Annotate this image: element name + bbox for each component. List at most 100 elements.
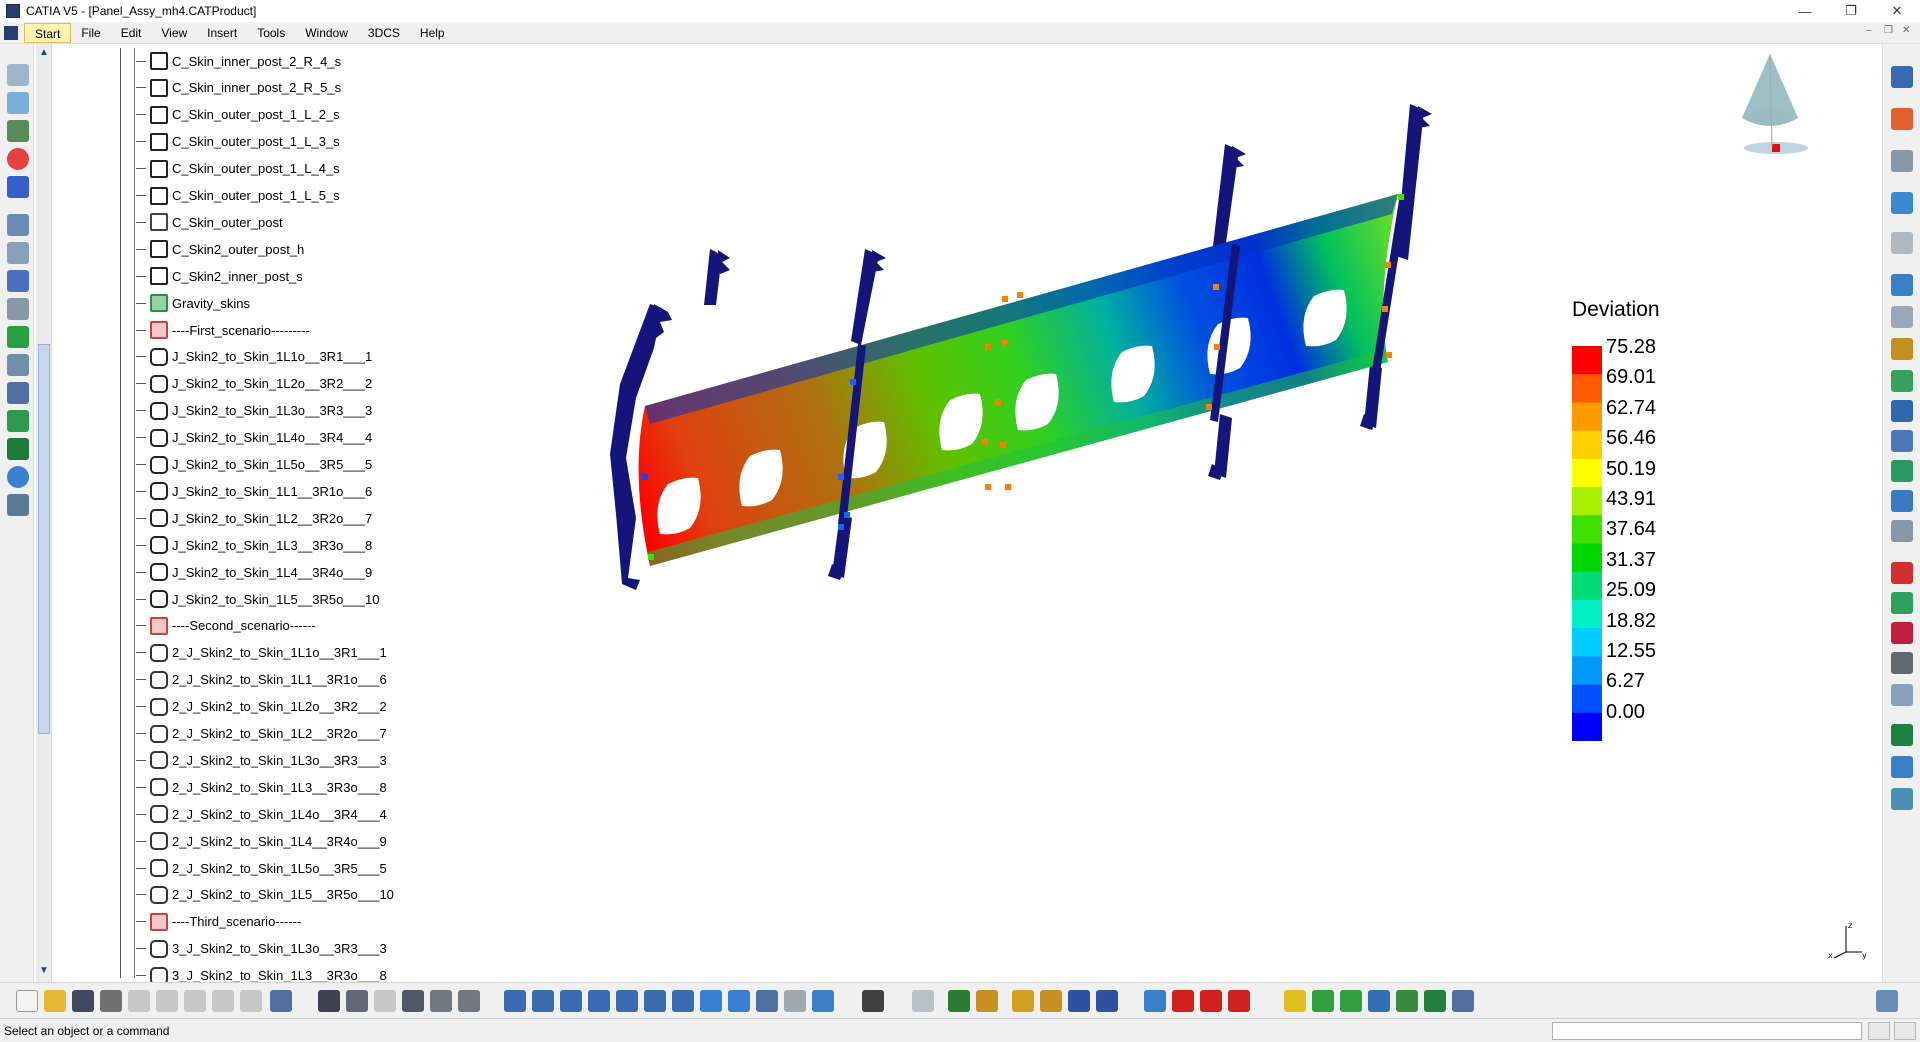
- enhanced-scene-icon[interactable]: [1891, 788, 1913, 810]
- whats-this-icon[interactable]: [270, 990, 292, 1012]
- tree-node[interactable]: J_Skin2_to_Skin_1L3o__3R3___3: [136, 398, 372, 424]
- tree-expand-icon[interactable]: [458, 990, 480, 1012]
- joint-icon[interactable]: [150, 536, 168, 554]
- select-arrow-icon[interactable]: [1891, 108, 1913, 130]
- joint-multi-icon[interactable]: [150, 751, 168, 769]
- light-icon[interactable]: [430, 990, 452, 1012]
- 3dcs-report-icon[interactable]: [1396, 990, 1418, 1012]
- scroll-thumb[interactable]: [38, 344, 50, 734]
- wrench-icon[interactable]: [7, 298, 29, 320]
- formula-icon[interactable]: [318, 990, 340, 1012]
- 3dcs-force-icon[interactable]: [1200, 990, 1222, 1012]
- joint-multi-icon[interactable]: [150, 832, 168, 850]
- deviation-model[interactable]: [480, 44, 1880, 982]
- mdi-restore-icon[interactable]: ❐: [1884, 25, 1893, 36]
- 3dcs-run-icon[interactable]: [1284, 990, 1306, 1012]
- scroll-down-icon[interactable]: ▼: [36, 964, 52, 978]
- snap-icon[interactable]: [1891, 150, 1913, 172]
- camera-icon[interactable]: [862, 990, 884, 1012]
- menu-start[interactable]: Start: [24, 23, 71, 43]
- menu-help[interactable]: Help: [410, 23, 455, 43]
- tree-node[interactable]: 2_J_Skin2_to_Skin_1L5__3R5o___10: [136, 882, 394, 908]
- measure-point-icon[interactable]: [150, 133, 168, 151]
- joint-multi-icon[interactable]: [150, 805, 168, 823]
- settings-doc-icon[interactable]: [7, 242, 29, 264]
- joint-multi-icon[interactable]: [150, 778, 168, 796]
- tree-node[interactable]: J_Skin2_to_Skin_1L5__3R5o___10: [136, 586, 379, 612]
- tree-node[interactable]: Gravity_skins: [136, 290, 250, 316]
- tree-node[interactable]: C_Skin_outer_post_1_L_2_s: [136, 102, 340, 128]
- cut-icon[interactable]: [128, 990, 150, 1012]
- 3dcs-flex-icon[interactable]: [1228, 990, 1250, 1012]
- tree-node[interactable]: 2_J_Skin2_to_Skin_1L2o__3R2___2: [136, 694, 387, 720]
- joint-icon[interactable]: [150, 375, 168, 393]
- command-button-2[interactable]: [1894, 1022, 1916, 1040]
- explode-icon[interactable]: [1891, 490, 1913, 512]
- measure-icon[interactable]: [7, 214, 29, 236]
- section-icon[interactable]: [1891, 592, 1913, 614]
- joint-multi-icon[interactable]: [150, 725, 168, 743]
- undo-icon[interactable]: [212, 990, 234, 1012]
- 3dcs-feature-icon[interactable]: [1068, 990, 1090, 1012]
- joint-icon[interactable]: [150, 429, 168, 447]
- sensitivity-icon[interactable]: [7, 382, 29, 404]
- assembly-icon[interactable]: [1891, 66, 1913, 88]
- measure-point-icon[interactable]: [150, 79, 168, 97]
- 3dcs-model-icon[interactable]: [948, 990, 970, 1012]
- analysis-icon[interactable]: [7, 64, 29, 86]
- table-icon[interactable]: [402, 990, 424, 1012]
- tree-node[interactable]: J_Skin2_to_Skin_1L2o__3R2___2: [136, 371, 372, 397]
- tree-node[interactable]: J_Skin2_to_Skin_1L4o__3R4___4: [136, 425, 372, 451]
- tree-node[interactable]: 2_J_Skin2_to_Skin_1L2__3R2o___7: [136, 721, 387, 747]
- measure-point-icon[interactable]: [150, 52, 168, 70]
- close-button[interactable]: ✕: [1874, 0, 1920, 22]
- joint-icon[interactable]: [150, 348, 168, 366]
- tree-node[interactable]: ----First_scenario---------: [136, 317, 310, 343]
- tree-node[interactable]: 2_J_Skin2_to_Skin_1L1__3R1o___6: [136, 667, 387, 693]
- tree-node[interactable]: C_Skin_outer_post: [136, 209, 283, 235]
- normal-view-icon[interactable]: [672, 990, 694, 1012]
- help-icon[interactable]: [7, 466, 29, 488]
- 3d-viewport[interactable]: [480, 44, 1880, 982]
- tree-scrollbar[interactable]: ▲ ▼: [36, 44, 52, 982]
- print-icon[interactable]: [100, 990, 122, 1012]
- tree-node[interactable]: C_Skin2_inner_post_s: [136, 263, 303, 289]
- measure-group-icon[interactable]: [150, 213, 168, 231]
- tree-node[interactable]: 2_J_Skin2_to_Skin_1L4o__3R4___4: [136, 801, 387, 827]
- constraint-icon[interactable]: [1891, 274, 1913, 296]
- joint-icon[interactable]: [150, 563, 168, 581]
- joint-multi-icon[interactable]: [150, 859, 168, 877]
- 3dcs-tolerance-icon[interactable]: [1012, 990, 1034, 1012]
- excel-icon[interactable]: [7, 438, 29, 460]
- save-icon[interactable]: [72, 990, 94, 1012]
- measure-point-icon[interactable]: [150, 106, 168, 124]
- 3dcs-measure-icon[interactable]: [1144, 990, 1166, 1012]
- 3dcs-magnet-icon[interactable]: [1172, 990, 1194, 1012]
- 3dcs-move-icon[interactable]: [1096, 990, 1118, 1012]
- fly-icon[interactable]: [504, 990, 526, 1012]
- workbench-icon[interactable]: [912, 990, 934, 1012]
- tree-node[interactable]: J_Skin2_to_Skin_1L4__3R4o___9: [136, 559, 372, 585]
- tree-node[interactable]: C_Skin_inner_post_2_R_5_s: [136, 75, 341, 101]
- redo-icon[interactable]: [240, 990, 262, 1012]
- multi-view-icon[interactable]: [700, 990, 722, 1012]
- joint-multi-icon[interactable]: [150, 644, 168, 662]
- joint-multi-icon[interactable]: [150, 940, 168, 958]
- joint-icon[interactable]: [150, 456, 168, 474]
- tree-node[interactable]: C_Skin2_outer_post_h: [136, 236, 304, 262]
- catalog-icon[interactable]: [1891, 684, 1913, 706]
- scenario-icon[interactable]: [150, 617, 168, 635]
- bill-icon[interactable]: [1891, 652, 1913, 674]
- scenario-icon[interactable]: [150, 913, 168, 931]
- scenario-icon[interactable]: [150, 321, 168, 339]
- menu-window[interactable]: Window: [295, 23, 358, 43]
- update-icon[interactable]: [1891, 460, 1913, 482]
- pan-icon[interactable]: [560, 990, 582, 1012]
- tree-node[interactable]: C_Skin_outer_post_1_L_4_s: [136, 156, 340, 182]
- command-button-1[interactable]: [1868, 1022, 1890, 1040]
- tree-node[interactable]: J_Skin2_to_Skin_1L3__3R3o___8: [136, 532, 372, 558]
- tree-node[interactable]: 2_J_Skin2_to_Skin_1L4__3R4o___9: [136, 828, 387, 854]
- publish-icon[interactable]: [1891, 724, 1913, 746]
- clash-icon[interactable]: [1891, 520, 1913, 542]
- joint-multi-icon[interactable]: [150, 671, 168, 689]
